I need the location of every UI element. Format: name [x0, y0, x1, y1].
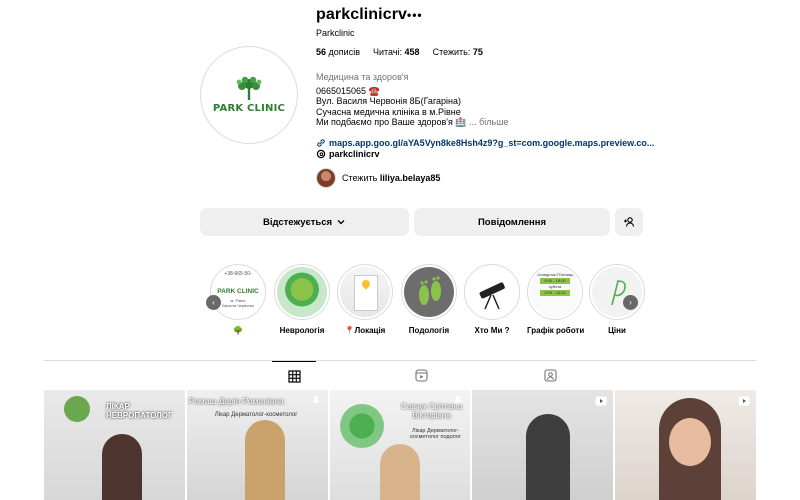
tab-posts[interactable]: [272, 361, 316, 390]
posts-stat: 56 дописів: [316, 47, 360, 57]
plant-image: [64, 396, 90, 422]
bio-phone: 0665015065 ☎️: [316, 85, 380, 96]
post-caption: ЛІКАР НЕВРОПАТОЛОГ: [106, 402, 173, 420]
highlight-label: Графік роботи: [527, 326, 585, 335]
following-button[interactable]: Відстежується: [200, 208, 409, 236]
reels-icon: [414, 369, 428, 382]
profile-category: Медицина та здоров'я: [316, 72, 409, 82]
profile-tabs: [44, 360, 756, 390]
highlights-next-arrow[interactable]: ›: [623, 295, 638, 310]
profile-link-text[interactable]: maps.app.goo.gl/aYA5Vyn8ke8Hsh4z9?g_st=c…: [329, 138, 654, 148]
script-p-icon: [611, 280, 626, 306]
following-stat[interactable]: Стежить: 75: [433, 47, 483, 57]
bio-line-4: Ми подбаємо про Ваше здоров'я 🏥 ... біль…: [316, 117, 509, 127]
highlights-prev-arrow[interactable]: ‹: [206, 295, 221, 310]
suggested-users-button[interactable]: [615, 208, 643, 236]
more-options-icon[interactable]: •••: [407, 8, 423, 22]
post-subcaption: Лікар Дерматолог-косметолог: [214, 412, 298, 418]
add-person-icon: [624, 217, 635, 227]
link-icon: [317, 139, 325, 147]
pin-icon: [454, 396, 463, 405]
following-button-label: Відстежується: [262, 216, 333, 228]
message-button[interactable]: Повідомлення: [414, 208, 610, 236]
chevron-down-icon: [337, 220, 345, 225]
post-photo-person: [244, 420, 285, 500]
tab-reels[interactable]: [399, 361, 443, 390]
threads-link[interactable]: parkclinicrv: [316, 149, 380, 159]
post-photo-person: [379, 444, 420, 500]
post-tile[interactable]: [615, 390, 756, 500]
highlight-1-phone: +38-665-50-: [224, 271, 252, 277]
followed-by[interactable]: Стежить liliya.belaya85: [316, 168, 440, 188]
highlight-1-logo: PARK CLINIC: [217, 288, 259, 295]
feet-icon: [419, 276, 441, 305]
highlight-label: 🌳: [233, 326, 243, 335]
highlight-item[interactable]: Понеділок-П'ятниця 9:00 - 18:00 субота 9…: [527, 264, 585, 335]
bio-line-3: Сучасна медична клініка в м.Рівне: [316, 106, 461, 117]
tab-tagged[interactable]: [528, 361, 572, 390]
tree-wall-image: [339, 404, 384, 448]
story-highlights: +38-665-50- PARK CLINIC м. Рівне Василя …: [200, 264, 645, 344]
profile-username: parkclinicrv: [316, 6, 408, 23]
tagged-icon: [543, 369, 557, 382]
post-tile[interactable]: ЛІКАР НЕВРОПАТОЛОГ: [44, 390, 185, 500]
highlight-label: Неврологія: [279, 326, 325, 335]
post-photo-face: [669, 418, 712, 466]
post-caption: Ромаш Дарія Романівна: [188, 396, 284, 406]
highlight-item[interactable]: Неврологія: [274, 264, 330, 335]
bio-more-link[interactable]: ... більше: [469, 117, 508, 127]
followers-stat[interactable]: Читачі: 458: [373, 47, 420, 57]
highlight-label: Подологія: [408, 326, 450, 335]
profile-bio: Медицина та здоров'я 0665015065 ☎️ Вул. …: [316, 72, 508, 128]
bio-address: Вул. Василя Червонія 8Б(Гагаріна): [316, 96, 462, 106]
tree-logo-icon: [236, 76, 262, 100]
reel-icon: [595, 396, 607, 406]
pin-icon: [311, 396, 320, 405]
highlight-label: Ціни: [608, 326, 626, 335]
highlight-label: 📍Локація: [344, 326, 386, 335]
follower-avatar[interactable]: [316, 168, 336, 188]
post-subcaption: Лікар Дерматолог-косметолог подолог: [410, 428, 461, 440]
profile-full-name: Parkclinic: [316, 28, 355, 38]
avatar-logo-text: PARK CLINIC: [212, 103, 286, 114]
post-tile[interactable]: Ромаш Дарія Романівна Лікар Дерматолог-к…: [186, 390, 328, 500]
posts-grid: ЛІКАР НЕВРОПАТОЛОГ Ромаш Дарія Романівна…: [44, 390, 756, 500]
threads-handle[interactable]: parkclinicrv: [329, 149, 380, 159]
highlight-item[interactable]: 📍Локація: [337, 264, 393, 335]
highlight-item[interactable]: Хто Ми ?: [464, 264, 520, 335]
threads-icon: [316, 149, 326, 159]
schedule-saturday-time: 9:00 - 15:00: [540, 290, 570, 296]
grid-icon: [287, 369, 301, 383]
telescope-icon: [479, 282, 505, 310]
post-tile[interactable]: [472, 390, 614, 500]
post-photo-person: [526, 414, 571, 500]
followed-by-text: Стежить liliya.belaya85: [342, 173, 441, 183]
highlight-label: Хто Ми ?: [474, 326, 510, 335]
message-button-label: Повідомлення: [477, 216, 547, 228]
post-tile[interactable]: Савчук Світлана Вікторівна Лікар Дермато…: [329, 390, 471, 500]
reel-icon: [738, 396, 750, 406]
highlight-item[interactable]: Подологія: [401, 264, 457, 335]
profile-link[interactable]: maps.app.goo.gl/aYA5Vyn8ke8Hsh4z9?g_st=c…: [316, 138, 654, 148]
schedule-card: Понеділок-П'ятниця 9:00 - 18:00 субота 9…: [530, 272, 580, 296]
profile-stats: 56 дописів Читачі: 458 Стежить: 75: [316, 47, 483, 57]
profile-avatar[interactable]: PARK CLINIC: [200, 46, 298, 144]
post-photo-person: [102, 434, 142, 500]
